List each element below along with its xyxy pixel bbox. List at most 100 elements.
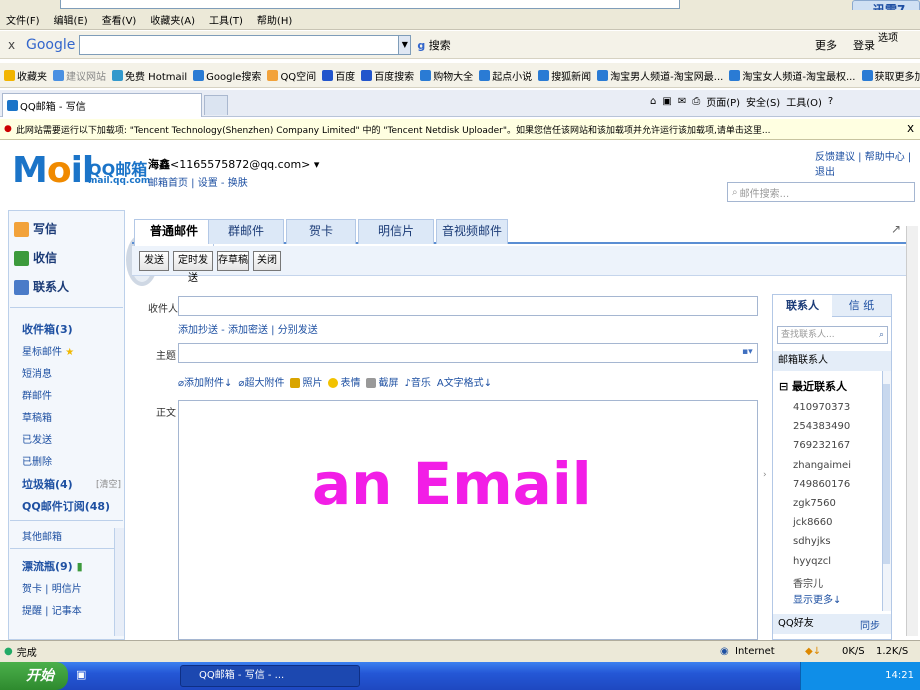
popout-icon[interactable]: ↗ bbox=[891, 222, 901, 236]
chevron-down-icon[interactable]: ▼ bbox=[399, 34, 412, 55]
attach-file-button[interactable]: ⌀添加附件↓ bbox=[178, 374, 232, 389]
tab-qqmail[interactable]: QQ邮箱 - 写信 bbox=[2, 93, 202, 117]
favorite-item[interactable]: 百度搜索 bbox=[361, 68, 414, 83]
favorite-item[interactable]: 获取更多加载项 bbox=[861, 68, 920, 83]
contact-item[interactable]: 香宗儿 bbox=[793, 575, 823, 590]
taskbar-ie-window[interactable]: QQ邮箱 - 写信 - ... bbox=[180, 665, 360, 687]
group-mailbox-contacts[interactable]: 邮箱联系人 bbox=[773, 351, 891, 371]
clock[interactable]: 14:21 bbox=[885, 670, 914, 681]
folder-inbox[interactable]: 收件箱(3) bbox=[22, 321, 73, 337]
favorite-item[interactable]: 起点小说 bbox=[479, 68, 532, 83]
left-nav-scrollbar[interactable] bbox=[114, 528, 124, 636]
menu-favorites[interactable]: 收藏夹(A) bbox=[150, 12, 195, 27]
folder-spam[interactable]: 垃圾箱(4) bbox=[22, 476, 73, 492]
info-bar-close-icon[interactable]: x bbox=[907, 121, 914, 135]
new-tab-button[interactable] bbox=[204, 95, 228, 115]
menu-file[interactable]: 文件(F) bbox=[6, 12, 40, 27]
favorite-item[interactable]: 免费 Hotmail bbox=[112, 68, 187, 83]
nav-compose[interactable]: 写信 bbox=[14, 220, 57, 237]
page-scrollbar[interactable] bbox=[906, 226, 918, 636]
contact-item[interactable]: 254383490 bbox=[793, 421, 850, 432]
music-button[interactable]: ♪音乐 bbox=[404, 374, 430, 389]
folder-drafts[interactable]: 草稿箱 bbox=[22, 409, 52, 424]
mail-search-input[interactable]: ⌕ 邮件搜索... bbox=[727, 182, 915, 202]
favorite-item[interactable]: QQ空间 bbox=[267, 68, 316, 83]
qqmail-logo[interactable]: Moil bbox=[12, 150, 94, 191]
tab-av-mail[interactable]: 音视频邮件 bbox=[436, 219, 508, 244]
nav-contacts[interactable]: 联系人 bbox=[14, 278, 69, 295]
top-links[interactable]: 反馈建议 | 帮助中心 | 退出 bbox=[815, 148, 920, 178]
contact-item[interactable]: 410970373 bbox=[793, 402, 850, 413]
folder-drift-bottle[interactable]: 漂流瓶(9) ▮ bbox=[22, 558, 83, 574]
help-icon[interactable]: ? bbox=[828, 96, 833, 107]
photo-button[interactable]: 照片 bbox=[290, 374, 322, 389]
spam-clear-link[interactable]: [清空] bbox=[96, 477, 121, 490]
google-search-input[interactable] bbox=[79, 34, 400, 55]
group-recent-contacts[interactable]: ⊟ 最近联系人 bbox=[779, 378, 847, 394]
contact-item[interactable]: 769232167 bbox=[793, 440, 850, 451]
contact-item[interactable]: 749860176 bbox=[793, 479, 850, 490]
collapse-panel-icon[interactable]: › bbox=[763, 470, 767, 480]
favorite-item[interactable]: Google搜索 bbox=[193, 68, 261, 83]
print-icon[interactable]: ⎙ bbox=[692, 96, 700, 107]
home-icon[interactable]: ⌂ bbox=[650, 96, 656, 107]
user-links[interactable]: 邮箱首页 | 设置 - 换肤 bbox=[148, 174, 248, 189]
contact-search-input[interactable]: 查找联系人... ⌕ bbox=[777, 326, 888, 344]
tab-stationery[interactable]: 信 纸 bbox=[832, 295, 891, 317]
priority-icon[interactable]: ▪▾ bbox=[742, 347, 753, 357]
tab-normal-mail[interactable]: 普通邮件 bbox=[134, 219, 214, 246]
info-bar[interactable]: ● 此网站需要运行以下加载项: "Tencent Technology(Shen… bbox=[0, 119, 920, 140]
menu-edit[interactable]: 编辑(E) bbox=[54, 12, 88, 27]
tab-contacts[interactable]: 联系人 bbox=[773, 295, 832, 317]
emoji-button[interactable]: 表情 bbox=[328, 374, 360, 389]
contact-item[interactable]: zhangaimei bbox=[793, 460, 851, 471]
desktop-icon[interactable]: ▣ bbox=[76, 668, 86, 681]
send-button[interactable]: 发送 bbox=[139, 251, 169, 271]
contact-item[interactable]: jck8660 bbox=[793, 517, 833, 528]
menu-view[interactable]: 查看(V) bbox=[102, 12, 137, 27]
favorite-item[interactable]: 百度 bbox=[322, 68, 355, 83]
favorite-item[interactable]: 购物大全 bbox=[420, 68, 473, 83]
sync-link[interactable]: 同步 bbox=[860, 617, 880, 632]
folder-reminder[interactable]: 提醒 | 记事本 bbox=[22, 602, 82, 617]
folder-starred[interactable]: 星标邮件 ★ bbox=[22, 343, 74, 358]
google-more-button[interactable]: 更多 bbox=[815, 37, 837, 53]
user-account[interactable]: 海鑫<1165575872@qq.com> ▾ bbox=[148, 156, 319, 172]
address-bar[interactable] bbox=[60, 0, 680, 9]
google-login-button[interactable]: 登录 bbox=[853, 37, 875, 53]
tab-postcard[interactable]: 明信片 bbox=[358, 219, 434, 244]
feeds-icon[interactable]: ▣ bbox=[662, 96, 671, 107]
favorite-item[interactable]: 淘宝男人频道-淘宝网最... bbox=[597, 68, 723, 83]
large-attach-button[interactable]: ⌀超大附件 bbox=[238, 374, 284, 389]
contact-item[interactable]: zgk7560 bbox=[793, 498, 836, 509]
folder-deleted[interactable]: 已删除 bbox=[22, 453, 52, 468]
folder-groups[interactable]: 群邮件 bbox=[22, 387, 52, 402]
google-search-button[interactable]: g 搜索 bbox=[417, 37, 450, 53]
safety-menu[interactable]: 安全(S) bbox=[746, 94, 780, 109]
subject-field[interactable] bbox=[178, 343, 758, 363]
start-button[interactable]: 开始 bbox=[0, 662, 68, 690]
tab-greeting-card[interactable]: 贺卡 bbox=[286, 219, 356, 244]
save-draft-button[interactable]: 存草稿 bbox=[217, 251, 249, 271]
google-options-button[interactable]: 选项 bbox=[878, 33, 898, 44]
favorite-item[interactable]: 搜狐新闻 bbox=[538, 68, 591, 83]
tools-menu[interactable]: 工具(O) bbox=[786, 94, 822, 109]
tab-group-mail[interactable]: 群邮件 bbox=[208, 219, 284, 244]
folder-subscriptions[interactable]: QQ邮件订阅(48) bbox=[22, 498, 110, 514]
menu-help[interactable]: 帮助(H) bbox=[257, 12, 292, 27]
folder-sms[interactable]: 短消息 bbox=[22, 365, 52, 380]
text-format-button[interactable]: A文字格式↓ bbox=[437, 374, 492, 389]
to-field[interactable] bbox=[178, 296, 758, 316]
folder-sent[interactable]: 已发送 bbox=[22, 431, 52, 446]
favorite-item[interactable]: 收藏夹 bbox=[4, 68, 47, 83]
folder-other[interactable]: 其他邮箱 bbox=[22, 528, 62, 543]
mail-icon[interactable]: ✉ bbox=[678, 96, 686, 107]
close-button[interactable]: 关闭 bbox=[253, 251, 281, 271]
contacts-scroll-thumb[interactable] bbox=[883, 384, 890, 564]
folder-cards[interactable]: 贺卡 | 明信片 bbox=[22, 580, 82, 595]
favorite-item[interactable]: 淘宝女人频道-淘宝最权... bbox=[729, 68, 856, 83]
scheduled-send-button[interactable]: 定时发送 bbox=[173, 251, 213, 284]
to-links[interactable]: 添加抄送 - 添加密送 | 分别发送 bbox=[178, 321, 318, 336]
show-more-link[interactable]: 显示更多↓ bbox=[793, 591, 841, 606]
body-editor[interactable] bbox=[178, 400, 758, 640]
